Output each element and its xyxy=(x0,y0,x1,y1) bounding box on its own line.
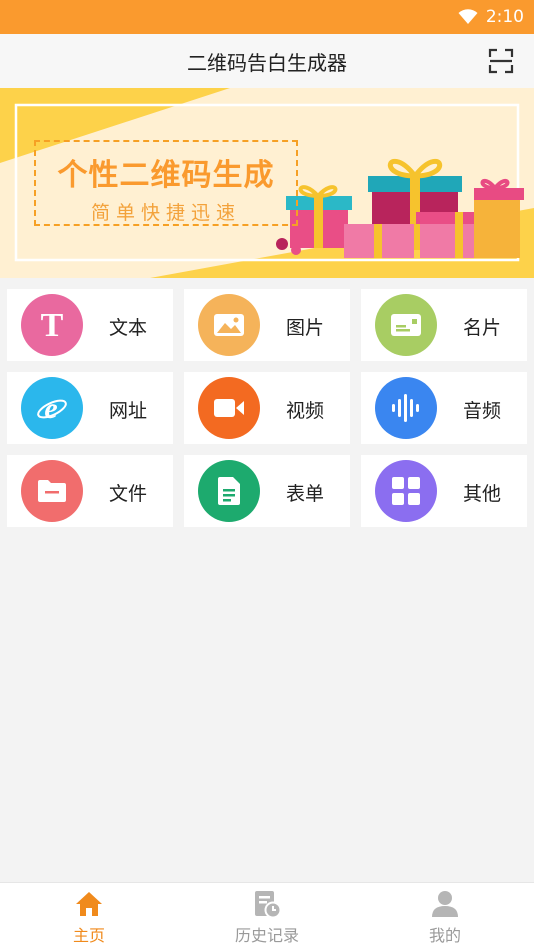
video-icon xyxy=(198,377,260,439)
history-icon xyxy=(255,891,282,919)
nav-label: 我的 xyxy=(428,926,461,945)
tile-url[interactable]: e 网址 xyxy=(7,372,173,444)
nav-label: 主页 xyxy=(72,926,105,945)
grid-icon xyxy=(375,460,437,522)
browser-icon: e xyxy=(21,377,83,439)
tile-label: 名片 xyxy=(463,317,502,339)
tile-label: 表单 xyxy=(286,483,325,505)
type-grid: T 文本 图片 名片 e 网址 视频 音频 文件 表单 其他 xyxy=(7,289,527,527)
tile-label: 视频 xyxy=(286,400,325,422)
tile-label: 网址 xyxy=(109,400,148,422)
nav-label: 历史记录 xyxy=(234,926,299,945)
nav-profile[interactable]: 我的 xyxy=(356,883,534,949)
tile-audio[interactable]: 音频 xyxy=(361,372,527,444)
svg-text:T: T xyxy=(41,308,64,342)
banner-text-box: 个性二维码生成 简单快捷迅速 xyxy=(34,140,298,226)
banner-subtitle: 简单快捷迅速 xyxy=(90,202,241,224)
tile-label: 文件 xyxy=(109,483,148,505)
tile-image[interactable]: 图片 xyxy=(184,289,350,361)
wifi-icon xyxy=(458,9,478,24)
image-icon xyxy=(198,294,260,356)
user-icon xyxy=(432,891,458,917)
tile-other[interactable]: 其他 xyxy=(361,455,527,527)
svg-text:e: e xyxy=(44,392,57,425)
audio-icon xyxy=(375,377,437,439)
status-time: 2:10 xyxy=(485,7,524,27)
status-bar: 2:10 xyxy=(0,0,534,34)
tile-form[interactable]: 表单 xyxy=(184,455,350,527)
tile-label: 图片 xyxy=(286,317,325,339)
tile-label: 音频 xyxy=(463,400,502,422)
tile-card[interactable]: 名片 xyxy=(361,289,527,361)
tile-text[interactable]: T 文本 xyxy=(7,289,173,361)
scan-icon[interactable] xyxy=(488,48,514,74)
banner-title: 个性二维码生成 xyxy=(57,158,275,193)
nav-history[interactable]: 历史记录 xyxy=(178,883,356,949)
promo-banner[interactable]: 个性二维码生成 简单快捷迅速 xyxy=(0,88,534,278)
page-title: 二维码告白生成器 xyxy=(187,50,347,75)
home-icon xyxy=(76,892,102,916)
tile-video[interactable]: 视频 xyxy=(184,372,350,444)
nav-home[interactable]: 主页 xyxy=(0,883,178,949)
title-bar: 二维码告白生成器 xyxy=(0,34,534,88)
tile-file[interactable]: 文件 xyxy=(7,455,173,527)
card-icon xyxy=(375,294,437,356)
tile-label: 其他 xyxy=(463,483,502,505)
tile-label: 文本 xyxy=(109,317,148,339)
folder-icon xyxy=(21,460,83,522)
form-icon xyxy=(198,460,260,522)
text-icon: T xyxy=(21,294,83,356)
bottom-nav: 主页 历史记录 我的 xyxy=(0,882,534,949)
